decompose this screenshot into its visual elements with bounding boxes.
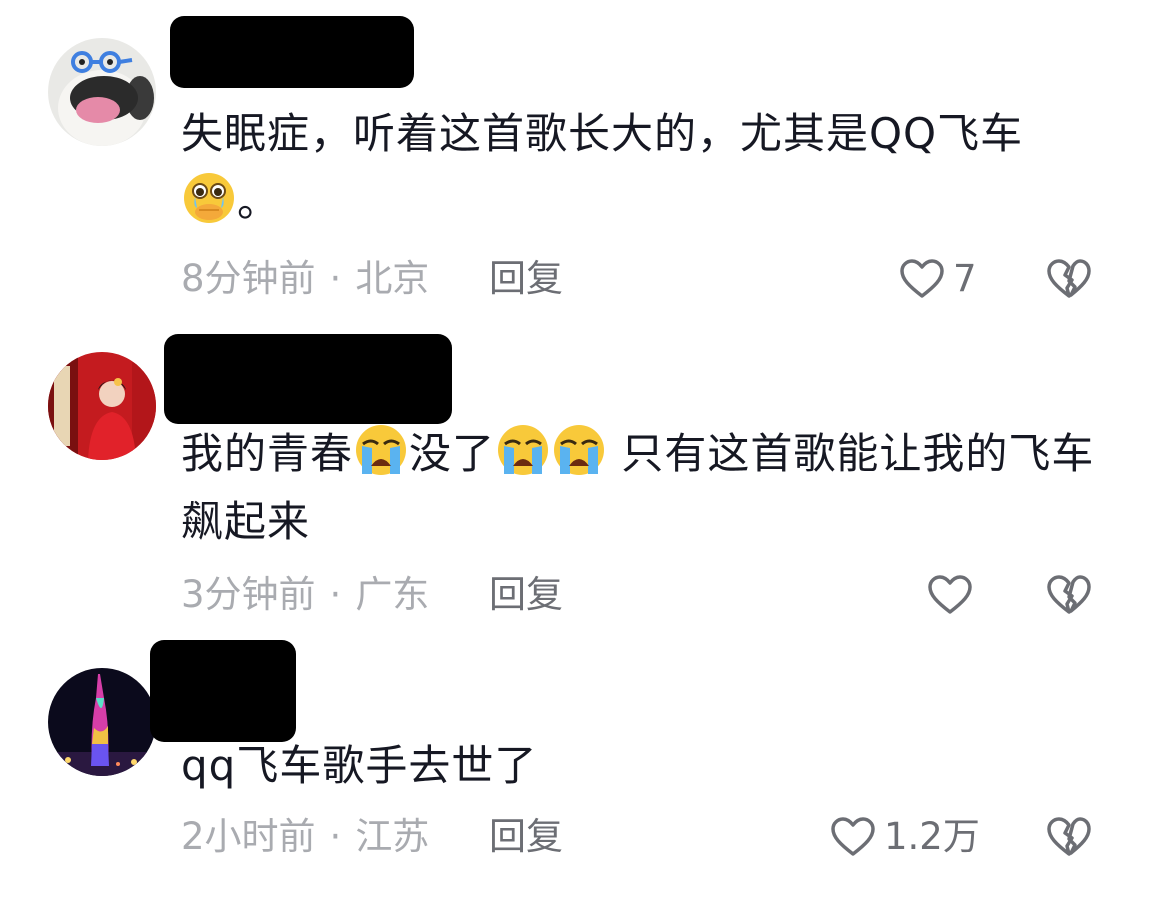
comment-text-main: 失眠症，听着这首歌长大的，尤其是QQ飞车 <box>181 109 1024 158</box>
dislike-button[interactable] <box>1046 816 1092 862</box>
like-button[interactable]: 1.2万 <box>830 812 980 862</box>
comment-2: 我的青春 没了 只有这首歌能让我的飞车飙起来 3分钟前 · 广东 回复 <box>0 320 1152 640</box>
redacted-username <box>150 640 296 742</box>
comment-3: qq飞车歌手去世了 2小时前 · 江苏 回复 1.2万 <box>0 640 1152 901</box>
like-count: 7 <box>953 257 977 300</box>
redacted-username <box>164 334 452 424</box>
comment-time: 8分钟前 <box>181 257 316 300</box>
like-button[interactable]: 7 <box>899 254 977 304</box>
comment-text-part-1: 我的青春 <box>181 429 354 478</box>
woman-red-dress-avatar-image <box>48 352 156 460</box>
avatar-tower[interactable] <box>48 668 156 776</box>
comment-1: 失眠症，听着这首歌长大的，尤其是QQ飞车 。 8分钟前 · 北京 回复 7 <box>0 0 1152 320</box>
comment-location: 广东 <box>355 573 430 616</box>
loudly-crying-emoji <box>498 425 549 475</box>
like-count: 1.2万 <box>884 815 980 858</box>
loudly-crying-emoji <box>554 425 605 475</box>
comment-meta: 8分钟前 · 北京 <box>181 254 429 304</box>
comment-text: 失眠症，听着这首歌长大的，尤其是QQ飞车 。 <box>181 100 1101 236</box>
comment-text-part-2: 没了 <box>409 429 496 478</box>
dislike-button[interactable] <box>1046 574 1092 620</box>
dog-glasses-avatar-image <box>48 38 156 146</box>
comment-location: 北京 <box>355 257 430 300</box>
reply-button[interactable]: 回复 <box>489 254 563 304</box>
meta-separator: · <box>329 257 342 300</box>
meta-separator: · <box>329 815 342 858</box>
meta-separator: · <box>329 573 342 616</box>
loudly-crying-emoji <box>356 425 407 475</box>
broken-heart-icon <box>1047 575 1091 614</box>
reply-button[interactable]: 回复 <box>489 570 563 620</box>
comment-time: 3分钟前 <box>181 573 316 616</box>
comment-time: 2小时前 <box>181 815 316 858</box>
like-button[interactable] <box>927 574 981 616</box>
broken-heart-icon <box>1047 817 1091 856</box>
broken-heart-icon <box>1047 259 1091 298</box>
comment-text-main: qq飞车歌手去世了 <box>181 741 538 790</box>
reply-button[interactable]: 回复 <box>489 812 563 862</box>
heart-outline-icon <box>831 817 875 856</box>
comment-meta: 3分钟前 · 广东 <box>181 570 429 620</box>
hand-over-mouth-tears-emoji <box>184 173 234 223</box>
avatar-woman[interactable] <box>48 352 156 460</box>
dislike-button[interactable] <box>1046 258 1092 304</box>
heart-outline-icon <box>900 259 944 298</box>
canton-tower-night-avatar-image <box>48 668 156 776</box>
comment-location: 江苏 <box>355 815 430 858</box>
avatar-dog[interactable] <box>48 38 156 146</box>
comment-text: qq飞车歌手去世了 <box>181 732 1101 800</box>
comment-meta: 2小时前 · 江苏 <box>181 812 429 862</box>
comment-text: 我的青春 没了 只有这首歌能让我的飞车飙起来 <box>181 420 1101 556</box>
redacted-username <box>170 16 414 88</box>
heart-outline-icon <box>928 575 972 614</box>
comment-text-tail: 。 <box>237 177 281 226</box>
